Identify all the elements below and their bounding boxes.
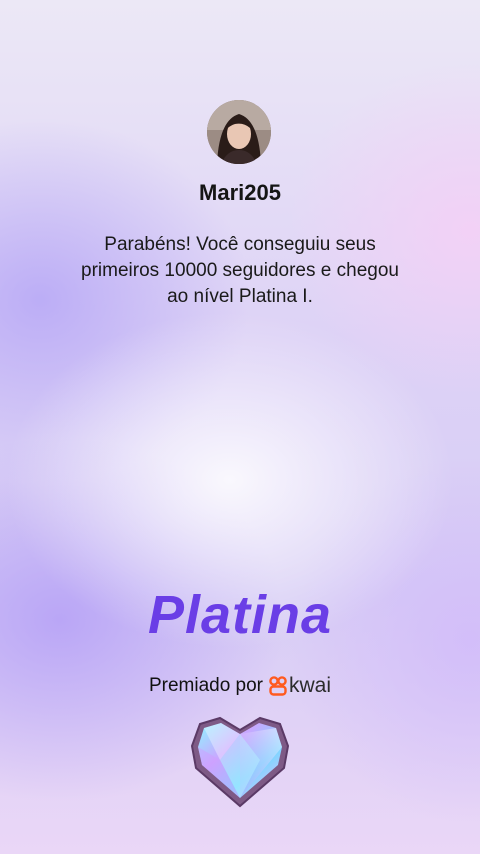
awarded-by-label: Premiado por — [148, 675, 264, 696]
kwai-logo-icon — [269, 676, 287, 696]
user-photo — [207, 100, 271, 164]
platinum-badge — [190, 716, 290, 808]
awarded-by: Premiado por kwai — [0, 674, 480, 698]
kwai-logo: kwai — [269, 674, 331, 698]
platinum-heart-gem-icon — [190, 716, 290, 808]
avatar — [207, 100, 271, 164]
username: Mari205 — [199, 180, 281, 205]
brand-name: kwai — [289, 674, 332, 697]
level-title: Platina — [147, 585, 333, 645]
congratulations-message: Parabéns! Você conseguiu seus primeiros … — [81, 234, 399, 307]
